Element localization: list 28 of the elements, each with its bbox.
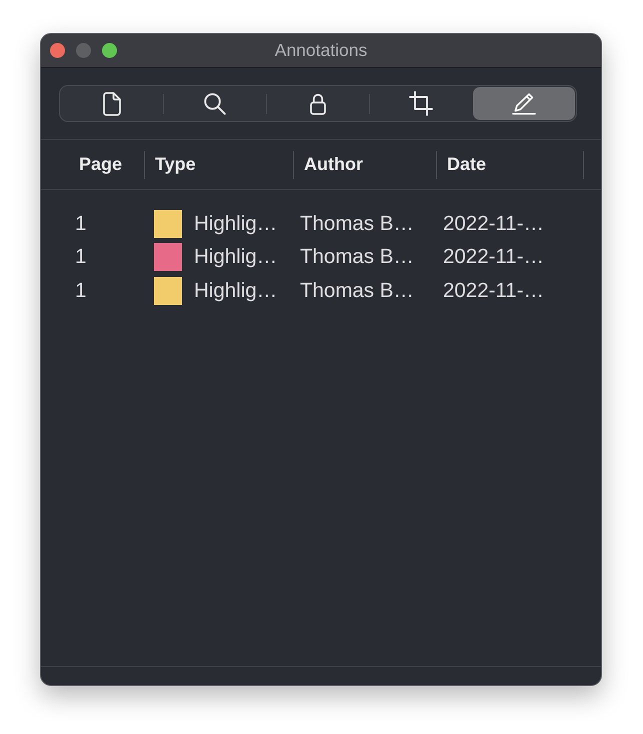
window-title: Annotations <box>274 40 368 61</box>
column-header[interactable]: Page <box>79 154 122 175</box>
author-name: Thomas B… <box>299 245 415 270</box>
table-row[interactable]: 1 Highlig… Thomas B… 2022-11-… <box>41 207 601 240</box>
page-number: 1 <box>74 278 88 303</box>
lock-icon <box>310 92 326 114</box>
date-text: 2022-11-… <box>442 278 546 303</box>
column-header[interactable]: Date <box>447 154 486 175</box>
annotation-type: Highlig… <box>194 212 278 236</box>
search-icon <box>204 92 226 114</box>
annotation-type: Highlig… <box>194 245 278 270</box>
document-icon <box>103 92 121 116</box>
date-text: 2022-11-… <box>442 245 546 270</box>
toolbar-segment[interactable] <box>473 87 575 120</box>
date-text: 2022-11-… <box>442 212 546 236</box>
author-name: Thomas B… <box>299 212 415 236</box>
page-number: 1 <box>74 212 88 236</box>
zoom-button[interactable] <box>102 43 117 58</box>
column-header[interactable]: Type <box>155 154 196 175</box>
table-row[interactable]: 1 Highlig… Thomas B… 2022-11-… <box>41 274 601 308</box>
annotation-type: Highlig… <box>194 278 278 303</box>
author-name: Thomas B… <box>299 278 415 303</box>
table-row[interactable]: 1 Highlig… Thomas B… 2022-11-… <box>41 240 601 274</box>
close-button[interactable] <box>50 43 65 58</box>
pencil-icon <box>512 92 536 115</box>
page-number: 1 <box>74 245 88 270</box>
column-header[interactable]: Author <box>304 154 363 175</box>
crop-icon <box>409 91 433 116</box>
